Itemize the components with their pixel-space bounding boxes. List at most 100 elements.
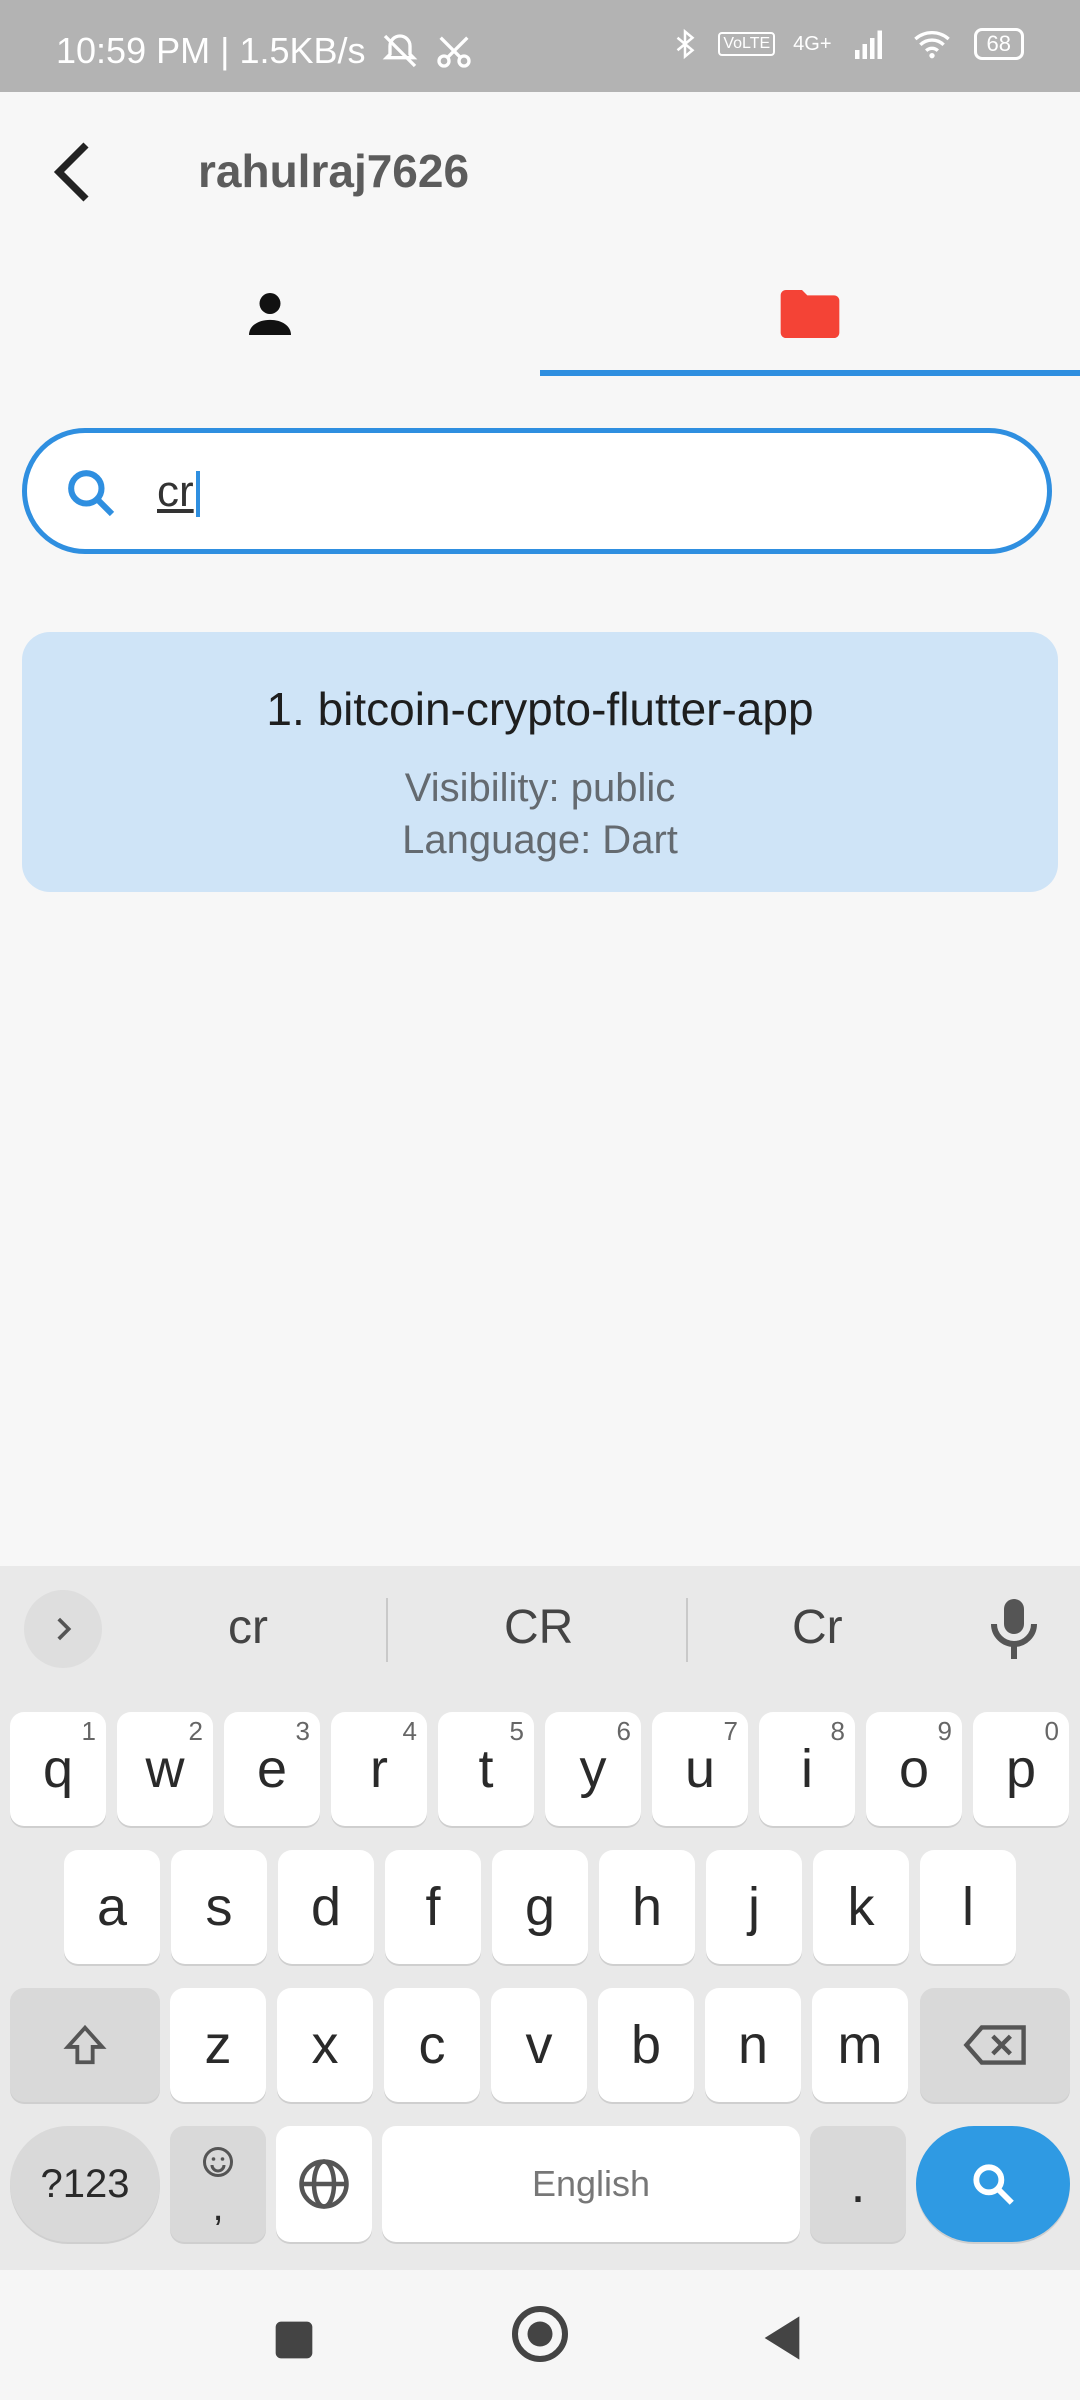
tab-repositories[interactable] xyxy=(540,250,1080,378)
suggestion-1[interactable]: cr xyxy=(228,1600,268,1655)
key-e-label: e xyxy=(256,1739,288,1799)
bluetooth-icon xyxy=(677,28,695,60)
search-input[interactable]: cr xyxy=(157,467,200,518)
key-a-label: a xyxy=(96,1877,128,1937)
key-q-number-hint: 1 xyxy=(81,1716,96,1746)
repo-card[interactable]: 1. bitcoin-crypto-flutter-app Visibility… xyxy=(22,632,1058,892)
key-o-number-hint: 9 xyxy=(937,1716,952,1746)
suggestion-divider xyxy=(386,1598,388,1662)
arrow-back-icon xyxy=(53,142,89,202)
back-button[interactable] xyxy=(38,136,110,208)
key-w-label: w xyxy=(145,1739,185,1799)
tab-bar xyxy=(0,250,1080,378)
key-g[interactable]: g xyxy=(492,1850,588,1964)
key-r-number-hint: 4 xyxy=(402,1716,417,1746)
backspace-key[interactable] xyxy=(920,1988,1070,2102)
search-field[interactable]: cr xyxy=(22,428,1052,554)
key-r[interactable]: r4 xyxy=(331,1712,427,1826)
key-b[interactable]: b xyxy=(598,1988,694,2102)
search-icon xyxy=(68,470,115,517)
key-y[interactable]: y6 xyxy=(545,1712,641,1826)
key-l-label: l xyxy=(962,1877,974,1937)
key-e-number-hint: 3 xyxy=(295,1716,310,1746)
key-a[interactable]: a xyxy=(64,1850,160,1964)
repo-visibility: Visibility: public xyxy=(404,766,676,810)
key-s[interactable]: s xyxy=(171,1850,267,1964)
key-o-label: o xyxy=(898,1739,930,1799)
key-t-number-hint: 5 xyxy=(509,1716,524,1746)
key-d[interactable]: d xyxy=(278,1850,374,1964)
signal-icon xyxy=(854,30,882,59)
suggestion-2[interactable]: CR xyxy=(504,1600,573,1655)
scissors-icon xyxy=(436,36,471,68)
key-n-label: n xyxy=(737,2015,769,2075)
key-i-number-hint: 8 xyxy=(830,1716,845,1746)
recents-button[interactable] xyxy=(272,2318,316,2362)
key-q[interactable]: q1 xyxy=(10,1712,106,1826)
key-g-label: g xyxy=(524,1877,556,1937)
key-p[interactable]: p0 xyxy=(973,1712,1069,1826)
key-f[interactable]: f xyxy=(385,1850,481,1964)
key-e[interactable]: e3 xyxy=(224,1712,320,1826)
period-key[interactable]: . xyxy=(810,2126,906,2242)
expand-toolbar-button[interactable] xyxy=(24,1590,102,1668)
key-u[interactable]: u7 xyxy=(652,1712,748,1826)
status-left: 10:59 PM | 1.5KB/s xyxy=(56,30,474,72)
search-action-key[interactable] xyxy=(916,2126,1070,2242)
key-x-label: x xyxy=(311,2015,339,2075)
repo-title: 1. bitcoin-crypto-flutter-app xyxy=(266,683,814,735)
bell-muted-icon xyxy=(382,34,417,68)
key-z[interactable]: z xyxy=(170,1988,266,2102)
key-d-label: d xyxy=(310,1877,342,1937)
key-v[interactable]: v xyxy=(491,1988,587,2102)
symbols-key[interactable]: ?123 xyxy=(10,2126,160,2242)
volte-icon: VoLTE xyxy=(718,32,776,56)
status-time: 10:59 PM | 1.5KB/s xyxy=(56,30,366,71)
suggestion-3[interactable]: Cr xyxy=(792,1600,843,1655)
folder-icon xyxy=(780,290,840,338)
key-x[interactable]: x xyxy=(277,1988,373,2102)
key-u-number-hint: 7 xyxy=(723,1716,738,1746)
key-z-label: z xyxy=(204,2015,232,2075)
key-t[interactable]: t5 xyxy=(438,1712,534,1826)
key-c[interactable]: c xyxy=(384,1988,480,2102)
keyboard: cr CR Cr q1w2e3r4t5y6u7i8o9p0asdfghjklzx… xyxy=(0,1566,1080,2270)
key-n[interactable]: n xyxy=(705,1988,801,2102)
language-key[interactable] xyxy=(276,2126,372,2242)
key-j-label: j xyxy=(748,1877,760,1937)
space-key[interactable]: English xyxy=(382,2126,800,2242)
shift-arrow-icon xyxy=(63,2024,107,2065)
page-title: rahulraj7626 xyxy=(198,145,470,197)
key-p-number-hint: 0 xyxy=(1044,1716,1059,1746)
emoji-comma-key[interactable]: , xyxy=(170,2126,266,2242)
key-m[interactable]: m xyxy=(812,1988,908,2102)
home-button[interactable] xyxy=(510,2304,570,2364)
key-k[interactable]: k xyxy=(813,1850,909,1964)
key-f-label: f xyxy=(425,1877,441,1937)
key-q-label: q xyxy=(42,1739,74,1799)
microphone-icon[interactable] xyxy=(984,1594,1044,1664)
key-u-label: u xyxy=(684,1739,716,1799)
key-j[interactable]: j xyxy=(706,1850,802,1964)
key-p-label: p xyxy=(1005,1739,1037,1799)
key-t-label: t xyxy=(478,1739,494,1799)
key-k-label: k xyxy=(847,1877,875,1937)
key-h[interactable]: h xyxy=(599,1850,695,1964)
back-nav-button[interactable] xyxy=(756,2312,808,2364)
key-w[interactable]: w2 xyxy=(117,1712,213,1826)
key-l[interactable]: l xyxy=(920,1850,1016,1964)
tab-profile[interactable] xyxy=(0,250,540,378)
search-value: cr xyxy=(157,467,194,516)
app-bar: rahulraj7626 xyxy=(0,92,1080,250)
key-o[interactable]: o9 xyxy=(866,1712,962,1826)
network-label: 4G+ xyxy=(793,32,832,55)
status-right: VoLTE 4G+ 68 xyxy=(670,24,1024,64)
battery-level: 68 xyxy=(986,31,1011,56)
key-h-label: h xyxy=(631,1877,663,1937)
battery-icon: 68 xyxy=(973,28,1024,60)
wifi-icon xyxy=(913,31,950,59)
key-y-number-hint: 6 xyxy=(616,1716,631,1746)
key-i[interactable]: i8 xyxy=(759,1712,855,1826)
shift-key[interactable] xyxy=(10,1988,160,2102)
symbols-key-label: ?123 xyxy=(40,2161,130,2206)
